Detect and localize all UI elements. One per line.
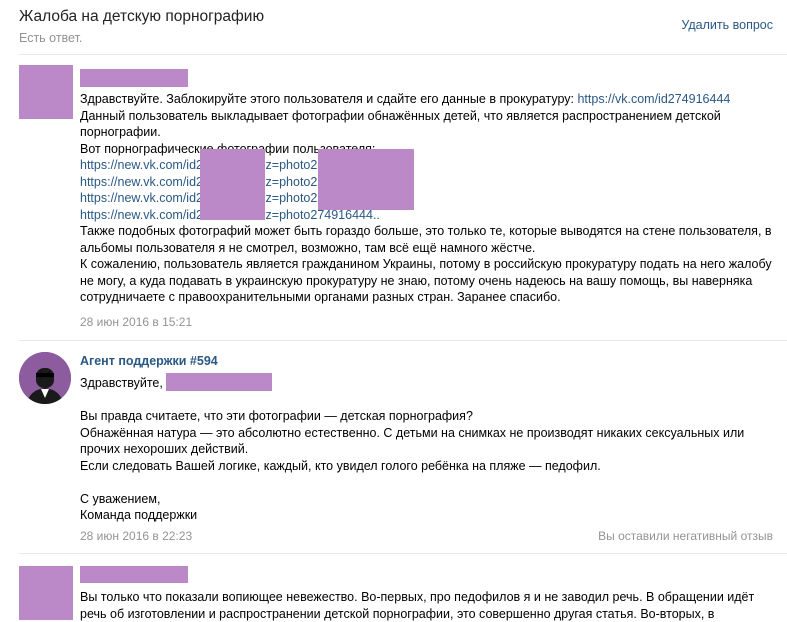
message-paragraph: Также подобных фотографий может быть гор… [80, 224, 772, 255]
support-agent-name[interactable]: Агент поддержки #594 [80, 354, 218, 368]
user-name-redacted[interactable] [80, 566, 188, 583]
user-name-redacted[interactable] [80, 69, 188, 87]
redaction-box [318, 149, 414, 210]
message-paragraph: Вы правда считаете, что эти фотографии —… [80, 409, 473, 423]
agent-silhouette-icon [19, 352, 71, 404]
signature-line: Команда поддержки [80, 508, 198, 522]
support-message-text: Вы правда считаете, что эти фотографии —… [80, 408, 780, 524]
message-paragraph: Вот порнографические фотографии пользова… [80, 141, 375, 156]
user-name-redacted [166, 373, 272, 391]
divider [19, 54, 787, 55]
signature-line: С уважением, [80, 491, 161, 506]
photo-link[interactable]: https://new.vk.com/id274916444?z=photo27… [80, 174, 780, 191]
support-agent-avatar[interactable] [19, 352, 71, 404]
photo-link[interactable]: https://new.vk.com/id274916444?z=photo27… [80, 207, 780, 224]
photo-link[interactable]: https://new.vk.com/id274916444?z=photo27… [80, 190, 780, 207]
message-paragraph: Обнажённая натура — это абсолютно естест… [80, 425, 745, 457]
divider [19, 553, 787, 554]
user-avatar-redacted[interactable] [19, 65, 73, 119]
message-paragraph: Данный пользователь выкладывает фотограф… [80, 108, 721, 140]
user-avatar-redacted[interactable] [19, 566, 73, 620]
message-date[interactable]: 28 июн 2016 в 22:23 [80, 529, 192, 543]
message-paragraph: Если следовать Вашей логике, каждый, кто… [80, 458, 601, 473]
ticket-header: Жалоба на детскую порнографию Есть ответ… [0, 0, 787, 50]
message-paragraph: К сожалению, пользователь является гражд… [80, 257, 772, 304]
greeting-text: Здравствуйте, [80, 376, 163, 390]
photo-links-list: https://new.vk.com/id274916444?z=photo27… [80, 149, 780, 224]
photo-link[interactable]: https://new.vk.com/id274916444?z=photo27… [80, 157, 780, 174]
profile-link[interactable]: https://vk.com/id274916444 [577, 92, 730, 106]
message-date[interactable]: 28 июн 2016 в 15:21 [80, 315, 192, 329]
user-message-text: Вы только что показали вопиющее невежест… [80, 590, 755, 621]
message-greeting: Здравствуйте. Заблокируйте этого пользов… [80, 92, 578, 106]
negative-feedback-note: Вы оставили негативный отзыв [598, 529, 773, 543]
redaction-box [200, 149, 265, 220]
ticket-status: Есть ответ. [19, 31, 83, 45]
ticket-title: Жалоба на детскую порнографию [19, 8, 265, 25]
divider [19, 340, 787, 341]
delete-question-link[interactable]: Удалить вопрос [681, 18, 773, 32]
user-message-text: Здравствуйте. Заблокируйте этого пользов… [80, 91, 780, 306]
